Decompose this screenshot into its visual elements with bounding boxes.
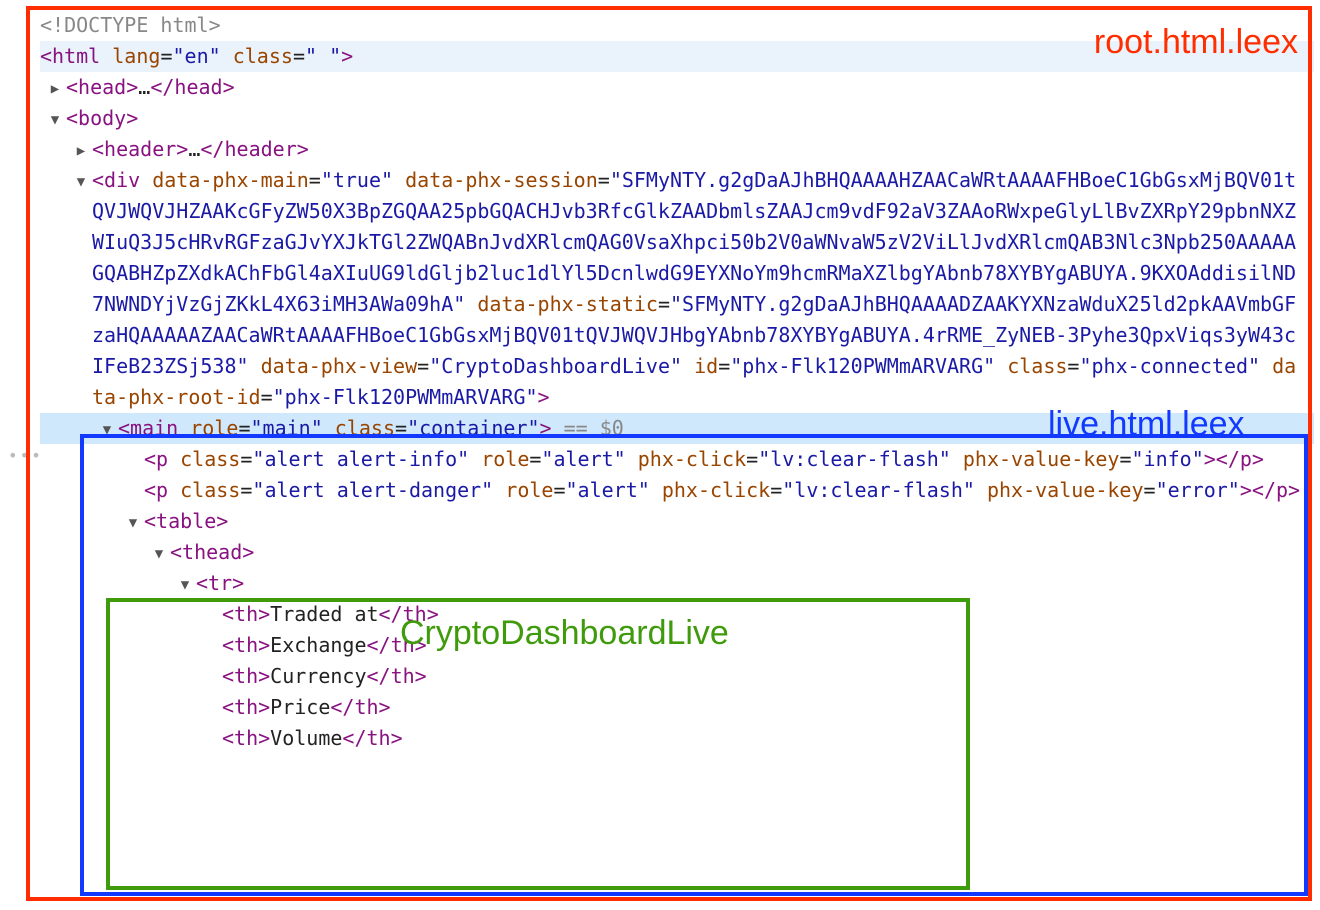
gutter-dots-icon: ••• — [8, 444, 43, 469]
alert-error-line[interactable]: <p class="alert alert-danger" role="aler… — [40, 475, 1314, 506]
table-open-line[interactable]: ▼<table> — [40, 506, 1314, 537]
collapse-icon[interactable]: ▼ — [178, 575, 192, 597]
overlay-root-label: root.html.leex — [1094, 16, 1298, 69]
thead-open-line[interactable]: ▼<thead> — [40, 537, 1314, 568]
expand-icon[interactable]: ▶ — [74, 141, 88, 163]
overlay-crypto-label: CryptoDashboardLive — [400, 607, 729, 660]
expand-icon[interactable]: ▶ — [48, 79, 62, 101]
collapse-icon[interactable]: ▼ — [48, 110, 62, 132]
collapse-icon[interactable]: ▼ — [152, 544, 166, 566]
th-line[interactable]: <th>Price</th> — [40, 692, 1314, 723]
body-open-line[interactable]: ▼<body> — [40, 103, 1314, 134]
th-line[interactable]: <th>Volume</th> — [40, 723, 1314, 754]
phx-div-line[interactable]: ▼<div data-phx-main="true" data-phx-sess… — [40, 165, 1314, 413]
collapse-icon[interactable]: ▼ — [100, 420, 114, 442]
header-line[interactable]: ▶<header>…</header> — [40, 134, 1314, 165]
th-line[interactable]: <th>Currency</th> — [40, 661, 1314, 692]
head-line[interactable]: ▶<head>…</head> — [40, 72, 1314, 103]
collapse-icon[interactable]: ▼ — [74, 172, 88, 194]
tr-open-line[interactable]: ▼<tr> — [40, 568, 1314, 599]
collapse-icon[interactable]: ▼ — [126, 513, 140, 535]
overlay-live-label: live.html.leex — [1048, 398, 1245, 451]
